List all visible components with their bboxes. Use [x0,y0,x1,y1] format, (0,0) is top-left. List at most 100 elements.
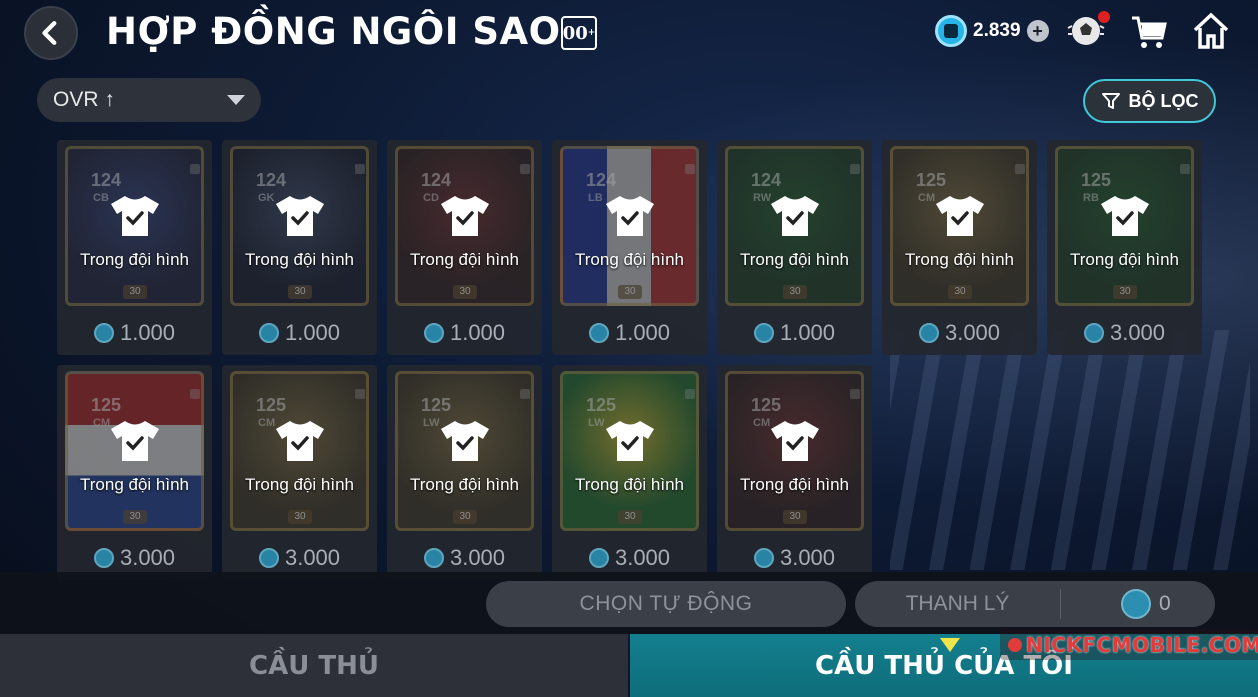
caret-down-icon [227,95,245,105]
card-price: 1.000 [552,320,707,346]
in-squad-shirt-icon [606,196,654,236]
filter-label: BỘ LỌC [1128,90,1199,111]
auto-select-button[interactable]: CHỌN TỰ ĐỘNG [486,581,846,627]
player-card[interactable]: 125 CM 30 Trong đội hình 3.000 [57,365,212,580]
card-price: 3.000 [1047,320,1202,346]
card-price: 3.000 [882,320,1037,346]
watermark-text: NICKFCMOBILE.COM [1026,633,1258,657]
filter-button[interactable]: BỘ LỌC [1083,79,1216,123]
coin-icon [753,323,774,343]
coin-icon [423,548,444,568]
in-squad-shirt-icon [936,196,984,236]
card-price-value: 1.000 [614,320,671,345]
coin-balance: 2.839 + [935,15,1049,47]
card-price-value: 1.000 [284,320,341,345]
card-status: Trong đội hình [80,250,189,269]
in-squad-shirt-icon [276,196,324,236]
card-status: Trong đội hình [1070,250,1179,269]
card-price: 1.000 [717,320,872,346]
card-status: Trong đội hình [80,475,189,494]
card-price: 3.000 [57,545,212,571]
ovr-badge-sup: + [587,28,596,38]
sort-label: OVR ↑ [53,88,115,111]
player-card[interactable]: 124 CB 30 Trong đội hình 1.000 [57,140,212,355]
card-price-value: 3.000 [449,545,506,570]
sell-total: 0 [1159,592,1171,615]
card-price-value: 3.000 [119,545,176,570]
card-status: Trong đội hình [410,475,519,494]
in-squad-shirt-icon [1101,196,1149,236]
card-price-value: 3.000 [779,545,836,570]
in-squad-shirt-icon [771,421,819,461]
coin-icon [918,323,939,343]
coin-icon [935,15,967,47]
card-status: Trong đội hình [410,250,519,269]
notification-dot [1098,11,1110,23]
player-card[interactable]: 124 CD 30 Trong đội hình 1.000 [387,140,542,355]
in-squad-shirt-icon [276,421,324,461]
player-card[interactable]: 124 LB 30 Trong đội hình 1.000 [552,140,707,355]
card-status: Trong đội hình [245,250,354,269]
page-title: HỢP ĐỒNG NGÔI SAO [106,10,561,53]
card-price-value: 3.000 [614,545,671,570]
card-price-value: 3.000 [284,545,341,570]
filter-icon [1101,93,1120,109]
coin-icon [93,548,114,568]
coin-icon [423,323,444,343]
sell-button[interactable]: THANH LÝ 0 [855,581,1215,627]
in-squad-shirt-icon [441,421,489,461]
sell-label: THANH LÝ [905,592,1010,615]
coin-icon [1121,589,1151,619]
ovr-badge: 00 + [561,16,597,50]
home-icon[interactable] [1193,12,1229,50]
card-price: 3.000 [387,545,542,571]
card-price-value: 1.000 [119,320,176,345]
coin-icon [258,323,279,343]
in-squad-shirt-icon [111,196,159,236]
in-squad-shirt-icon [606,421,654,461]
coin-balance-value: 2.839 [973,20,1021,41]
in-squad-shirt-icon [441,196,489,236]
player-card[interactable]: 124 RW 30 Trong đội hình 1.000 [717,140,872,355]
player-card[interactable]: 125 RB 30 Trong đội hình 3.000 [1047,140,1202,355]
player-card[interactable]: 124 GK 30 Trong đội hình 1.000 [222,140,377,355]
back-button[interactable] [24,6,78,60]
player-card[interactable]: 125 CM 30 Trong đội hình 3.000 [222,365,377,580]
in-squad-shirt-icon [111,421,159,461]
card-price: 1.000 [57,320,212,346]
player-card[interactable]: 125 LW 30 Trong đội hình 3.000 [552,365,707,580]
card-price: 3.000 [552,545,707,571]
card-price: 3.000 [717,545,872,571]
card-price: 3.000 [222,545,377,571]
coin-icon [1083,323,1104,343]
card-status: Trong đội hình [905,250,1014,269]
chevron-left-icon [42,21,57,45]
in-squad-shirt-icon [771,196,819,236]
tab-players[interactable]: CẦU THỦ [0,634,628,697]
card-price-value: 3.000 [1109,320,1166,345]
sort-dropdown[interactable]: OVR ↑ [37,78,261,122]
card-price: 1.000 [222,320,377,346]
cart-icon[interactable] [1130,14,1168,50]
coin-icon [588,548,609,568]
player-card[interactable]: 125 LW 30 Trong đội hình 3.000 [387,365,542,580]
player-card[interactable]: 125 CM 30 Trong đội hình 3.000 [717,365,872,580]
coin-icon [93,323,114,343]
coin-icon [258,548,279,568]
card-status: Trong đội hình [245,475,354,494]
football-icon [1008,638,1022,652]
card-status: Trong đội hình [740,475,849,494]
card-status: Trong đội hình [740,250,849,269]
active-tab-indicator [940,638,960,652]
add-coins-button[interactable]: + [1026,20,1049,42]
divider [1060,589,1061,619]
player-card[interactable]: 125 CM 30 Trong đội hình 3.000 [882,140,1037,355]
watermark: NICKFCMOBILE.COM [1000,630,1258,660]
card-status: Trong đội hình [575,475,684,494]
coin-icon [588,323,609,343]
auto-select-label: CHỌN TỰ ĐỘNG [579,592,753,615]
tab-players-label: CẦU THỦ [249,650,379,681]
ovr-badge-text: 00 [562,22,588,44]
card-price-value: 1.000 [449,320,506,345]
coin-icon [753,548,774,568]
